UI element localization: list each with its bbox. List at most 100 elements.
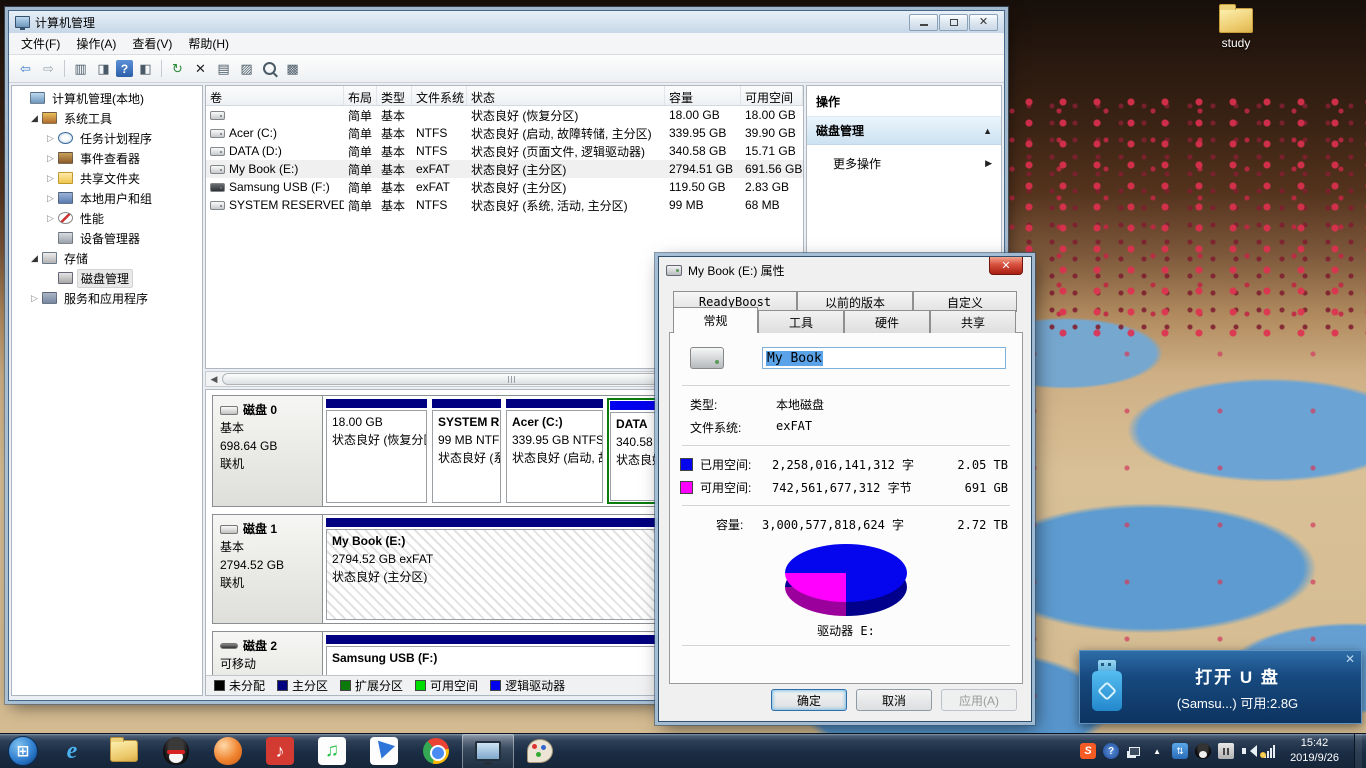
column-filesystem[interactable]: 文件系统 [412,86,467,105]
tab-customize[interactable]: 自定义 [913,291,1017,312]
expand-arrow-icon[interactable] [28,113,41,124]
column-volume[interactable]: 卷 [206,86,344,105]
delete-icon[interactable]: ✕ [190,58,211,79]
menu-file[interactable]: 文件(F) [13,32,68,55]
taskbar-item-computer-management[interactable] [462,734,514,768]
taskbar-item-netease-music[interactable]: ♪ [254,734,306,768]
column-type[interactable]: 类型 [377,86,412,105]
column-layout[interactable]: 布局 [344,86,377,105]
taskbar-item-chrome[interactable] [410,734,462,768]
open-usb-drive-popup[interactable]: 打开 U 盘 (Samsu...) 可用:2.8G ✕ [1079,650,1362,724]
taskbar-item-paint[interactable] [514,734,566,768]
column-status[interactable]: 状态 [467,86,665,105]
tree-item-services[interactable]: 服务和应用程序 [12,288,202,308]
dialog-titlebar[interactable]: My Book (E:) 属性 [659,257,1031,283]
manage-icon[interactable]: ▩ [282,58,303,79]
magnifier-icon[interactable] [259,58,280,79]
usb-tray-icon[interactable]: ⇅ [1172,743,1188,759]
properties-icon[interactable]: ▤ [213,58,234,79]
volume-row[interactable]: SYSTEM RESERVED 简单 基本 NTFS 状态良好 (系统, 活动,… [206,196,803,214]
collapse-arrow-icon[interactable] [44,193,57,204]
sogou-input-icon[interactable]: S [1080,743,1096,759]
collapse-arrow-icon[interactable] [44,133,57,144]
taskbar-item-xunlei[interactable] [358,734,410,768]
volume-row[interactable]: Samsung USB (F:) 简单 基本 exFAT 状态良好 (主分区) … [206,178,803,196]
taskbar-item-qq-music[interactable]: ♫ [306,734,358,768]
menu-view[interactable]: 查看(V) [124,32,180,55]
disk-0-label[interactable]: 磁盘 0 基本 698.64 GB 联机 [213,396,323,506]
refresh-icon[interactable]: ↻ [167,58,188,79]
volume-label-input[interactable]: My Book [762,347,1006,369]
show-tree-icon[interactable]: ▥ [70,58,91,79]
forward-icon[interactable]: ⇨ [38,58,59,79]
volume-row[interactable]: Acer (C:) 简单 基本 NTFS 状态良好 (启动, 故障转储, 主分区… [206,124,803,142]
help-icon[interactable]: ? [116,60,133,77]
network-signal-icon[interactable] [1264,744,1275,758]
tree-item-task-scheduler[interactable]: 任务计划程序 [12,128,202,148]
tab-previous-versions[interactable]: 以前的版本 [797,291,913,312]
tree-item-performance[interactable]: 性能 [12,208,202,228]
tray-clock[interactable]: 15:42 2019/9/26 [1282,736,1347,766]
partition-system-reserved[interactable]: SYSTEM RESERVED 99 MB NTFS 状态良好 (系统, 活动,… [431,398,502,504]
popup-close-icon[interactable]: ✕ [1345,652,1355,666]
menu-action[interactable]: 操作(A) [68,32,124,55]
collapse-arrow-icon[interactable] [44,153,57,164]
show-hidden-icons-chevron[interactable]: ▲ [1149,743,1165,759]
volume-row[interactable]: 简单 基本 状态良好 (恢复分区) 18.00 GB 18.00 GB [206,106,803,124]
taskbar-item-internet-explorer[interactable]: e [46,734,98,768]
taskbar-item-browser[interactable] [202,734,254,768]
help-tray-icon[interactable]: ? [1103,743,1119,759]
window-tray-icon[interactable] [1126,743,1142,759]
action-panel-icon[interactable]: ◧ [135,58,156,79]
expand-arrow-icon[interactable] [28,253,41,264]
popup-title[interactable]: 打开 U 盘 [1124,663,1351,688]
tree-item-storage[interactable]: 存储 [12,248,202,268]
tree-item-event-viewer[interactable]: 事件查看器 [12,148,202,168]
power-plug-icon[interactable] [1218,743,1234,759]
tree-item-system-tools[interactable]: 系统工具 [12,108,202,128]
tree-item-disk-management[interactable]: 磁盘管理 [12,268,202,288]
device-manager-icon [58,232,73,244]
console-panel-icon[interactable]: ◨ [93,58,114,79]
volume-row[interactable]: DATA (D:) 简单 基本 NTFS 状态良好 (页面文件, 逻辑驱动器) … [206,142,803,160]
volume-row-selected[interactable]: My Book (E:) 简单 基本 exFAT 状态良好 (主分区) 2794… [206,160,803,178]
collapse-arrow-icon[interactable] [44,173,57,184]
disk-management-group-header[interactable]: 磁盘管理 ▲ [807,116,1001,145]
collapse-arrow-icon[interactable] [44,213,57,224]
tab-hardware[interactable]: 硬件 [844,310,930,333]
more-actions-item[interactable]: 更多操作 ▶ [807,145,1001,172]
ok-button[interactable]: 确定 [771,689,847,711]
tab-tools[interactable]: 工具 [758,310,844,333]
desktop-icon-study[interactable]: study [1206,8,1266,50]
menu-help[interactable]: 帮助(H) [180,32,237,55]
tab-sharing[interactable]: 共享 [930,310,1016,333]
tree-item-shared-folders[interactable]: 共享文件夹 [12,168,202,188]
dialog-close-button[interactable]: ✕ [989,257,1023,275]
partition-recovery[interactable]: 18.00 GB 状态良好 (恢复分区) [325,398,428,504]
collapse-arrow-icon[interactable] [28,293,41,304]
minimize-button[interactable] [909,14,938,31]
tree-item-device-manager[interactable]: 设备管理器 [12,228,202,248]
disk-1-label[interactable]: 磁盘 1 基本 2794.52 GB 联机 [213,515,323,623]
qq-tray-icon[interactable] [1195,743,1211,759]
titlebar[interactable]: 计算机管理 ✕ [9,11,1004,33]
back-icon[interactable]: ⇦ [15,58,36,79]
tab-general[interactable]: 常规 [673,307,758,333]
restore-button[interactable] [939,14,968,31]
collapse-chevron-icon[interactable]: ▲ [983,126,992,136]
partition-acer-c[interactable]: Acer (C:) 339.95 GB NTFS 状态良好 (启动, 故障转储,… [505,398,604,504]
volume-icon[interactable] [1241,743,1257,759]
show-desktop-button[interactable] [1354,734,1362,768]
tree-item-computer-management[interactable]: 计算机管理(本地) [12,88,202,108]
cancel-button[interactable]: 取消 [856,689,932,711]
column-free-space[interactable]: 可用空间 [741,86,803,105]
tree-item-local-users[interactable]: 本地用户和组 [12,188,202,208]
disk-2-label[interactable]: 磁盘 2 可移动 [213,632,323,675]
start-button[interactable]: ⊞ [0,734,46,768]
column-capacity[interactable]: 容量 [665,86,741,105]
taskbar-item-file-explorer[interactable] [98,734,150,768]
taskbar-item-qq[interactable] [150,734,202,768]
scroll-left-arrow-icon[interactable]: ◀ [206,372,222,386]
close-button[interactable]: ✕ [969,14,998,31]
open-icon[interactable]: ▨ [236,58,257,79]
